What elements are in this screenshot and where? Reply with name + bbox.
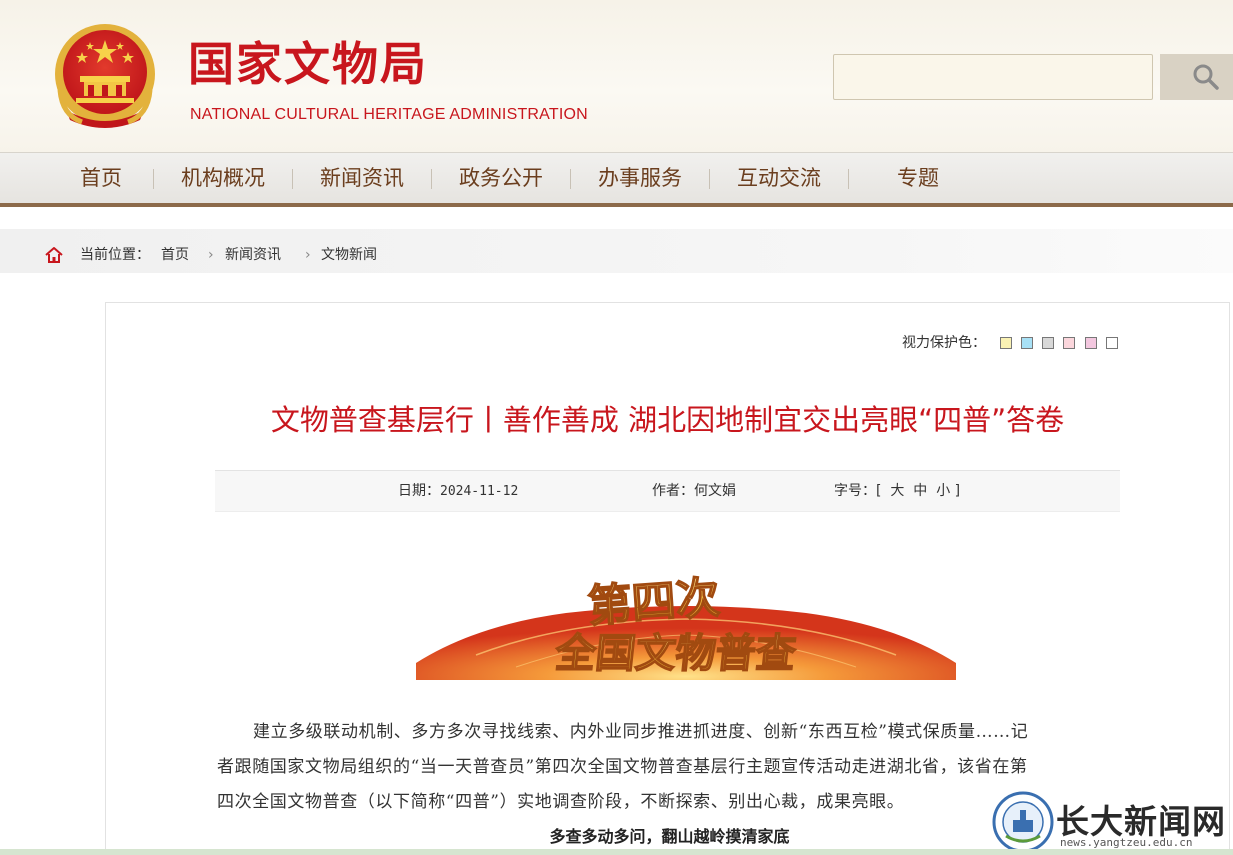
bottom-divider [0, 849, 1233, 855]
date-value: 2024-11-12 [440, 484, 519, 499]
font-bracket-open: [ [876, 483, 882, 499]
nav-item-news[interactable]: 新闻资讯 [309, 153, 415, 204]
eye-color-swatch-white[interactable] [1106, 337, 1118, 349]
nav-divider [431, 169, 432, 189]
nav-item-services[interactable]: 办事服务 [587, 153, 693, 204]
author-value: 何文娟 [694, 483, 736, 499]
font-size-control: 字号：[ 大 中 小 ] [834, 481, 960, 501]
author-label: 作者： [652, 483, 694, 499]
site-title[interactable]: 国家文物局 [188, 28, 428, 94]
nav-divider [570, 169, 571, 189]
nav-item-topics[interactable]: 专题 [885, 153, 951, 204]
search-button[interactable] [1160, 54, 1233, 100]
banner-subheading: 全国文物普查 [552, 631, 798, 677]
banner-heading: 第四次 [586, 572, 721, 632]
nav-divider [153, 169, 154, 189]
nav-divider [709, 169, 710, 189]
main-nav: 首页 机构概况 新闻资讯 政务公开 办事服务 互动交流 专题 [0, 152, 1233, 207]
search-input[interactable] [834, 55, 1152, 99]
nav-item-interaction[interactable]: 互动交流 [726, 153, 832, 204]
article-paragraph-line: 四次全国文物普查（以下简称“四普”）实地调查阶段，不断探索、别出心裁，成果亮眼。 [217, 792, 905, 812]
eye-color-swatch-pink[interactable] [1063, 337, 1075, 349]
font-size-medium[interactable]: 中 [913, 483, 927, 499]
breadcrumb-prefix: 当前位置： [80, 247, 150, 263]
eye-protection-label: 视力保护色： [902, 335, 986, 351]
nav-item-government-affairs[interactable]: 政务公开 [448, 153, 554, 204]
nav-item-home[interactable]: 首页 [68, 153, 134, 204]
breadcrumb-item-cultural-news[interactable]: 文物新闻 [321, 245, 377, 265]
nav-divider [848, 169, 849, 189]
date-label: 日期： [398, 483, 440, 499]
font-size-large[interactable]: 大 [890, 483, 904, 499]
font-bracket-close: ] [954, 483, 961, 499]
eye-color-swatch-yellow[interactable] [1000, 337, 1012, 349]
font-size-small[interactable]: 小 [936, 483, 950, 499]
search-icon [1193, 64, 1219, 90]
eye-color-swatch-rose[interactable] [1085, 337, 1097, 349]
nav-item-about[interactable]: 机构概况 [170, 153, 276, 204]
chevron-right-icon: › [208, 247, 214, 263]
article-author: 作者：何文娟 [652, 481, 736, 501]
nav-divider [292, 169, 293, 189]
national-emblem-logo[interactable] [52, 20, 158, 132]
article-paragraph-line: 者跟随国家文物局组织的“当一天普查员”第四次全国文物普查基层行主题宣传活动走进湖… [217, 757, 1028, 777]
site-subtitle: NATIONAL CULTURAL HERITAGE ADMINISTRATIO… [190, 106, 588, 123]
watermark-url: news.yangtzeu.edu.cn [1060, 836, 1193, 849]
breadcrumb-item-home[interactable]: 首页 [161, 245, 189, 265]
eye-color-swatch-gray[interactable] [1042, 337, 1054, 349]
article-date: 日期：2024-11-12 [398, 481, 518, 502]
fourth-census-banner-image: 第四次 全国文物普查 [416, 572, 956, 680]
home-icon [45, 247, 63, 263]
search-field[interactable] [833, 54, 1153, 100]
font-size-label: 字号： [834, 483, 876, 499]
article-paragraph-line: 建立多级联动机制、多方多次寻找线索、内外业同步推进抓进度、创新“东西互检”模式保… [253, 722, 1029, 742]
breadcrumb-item-news[interactable]: 新闻资讯 [225, 245, 281, 265]
article-title: 文物普查基层行丨善作善成 湖北因地制宜交出亮眼“四普”答卷 [270, 403, 1065, 437]
article-subheading: 多查多动多问，翻山越岭摸清家底 [549, 827, 790, 846]
eye-color-swatch-blue[interactable] [1021, 337, 1033, 349]
chevron-right-icon: › [305, 247, 311, 263]
